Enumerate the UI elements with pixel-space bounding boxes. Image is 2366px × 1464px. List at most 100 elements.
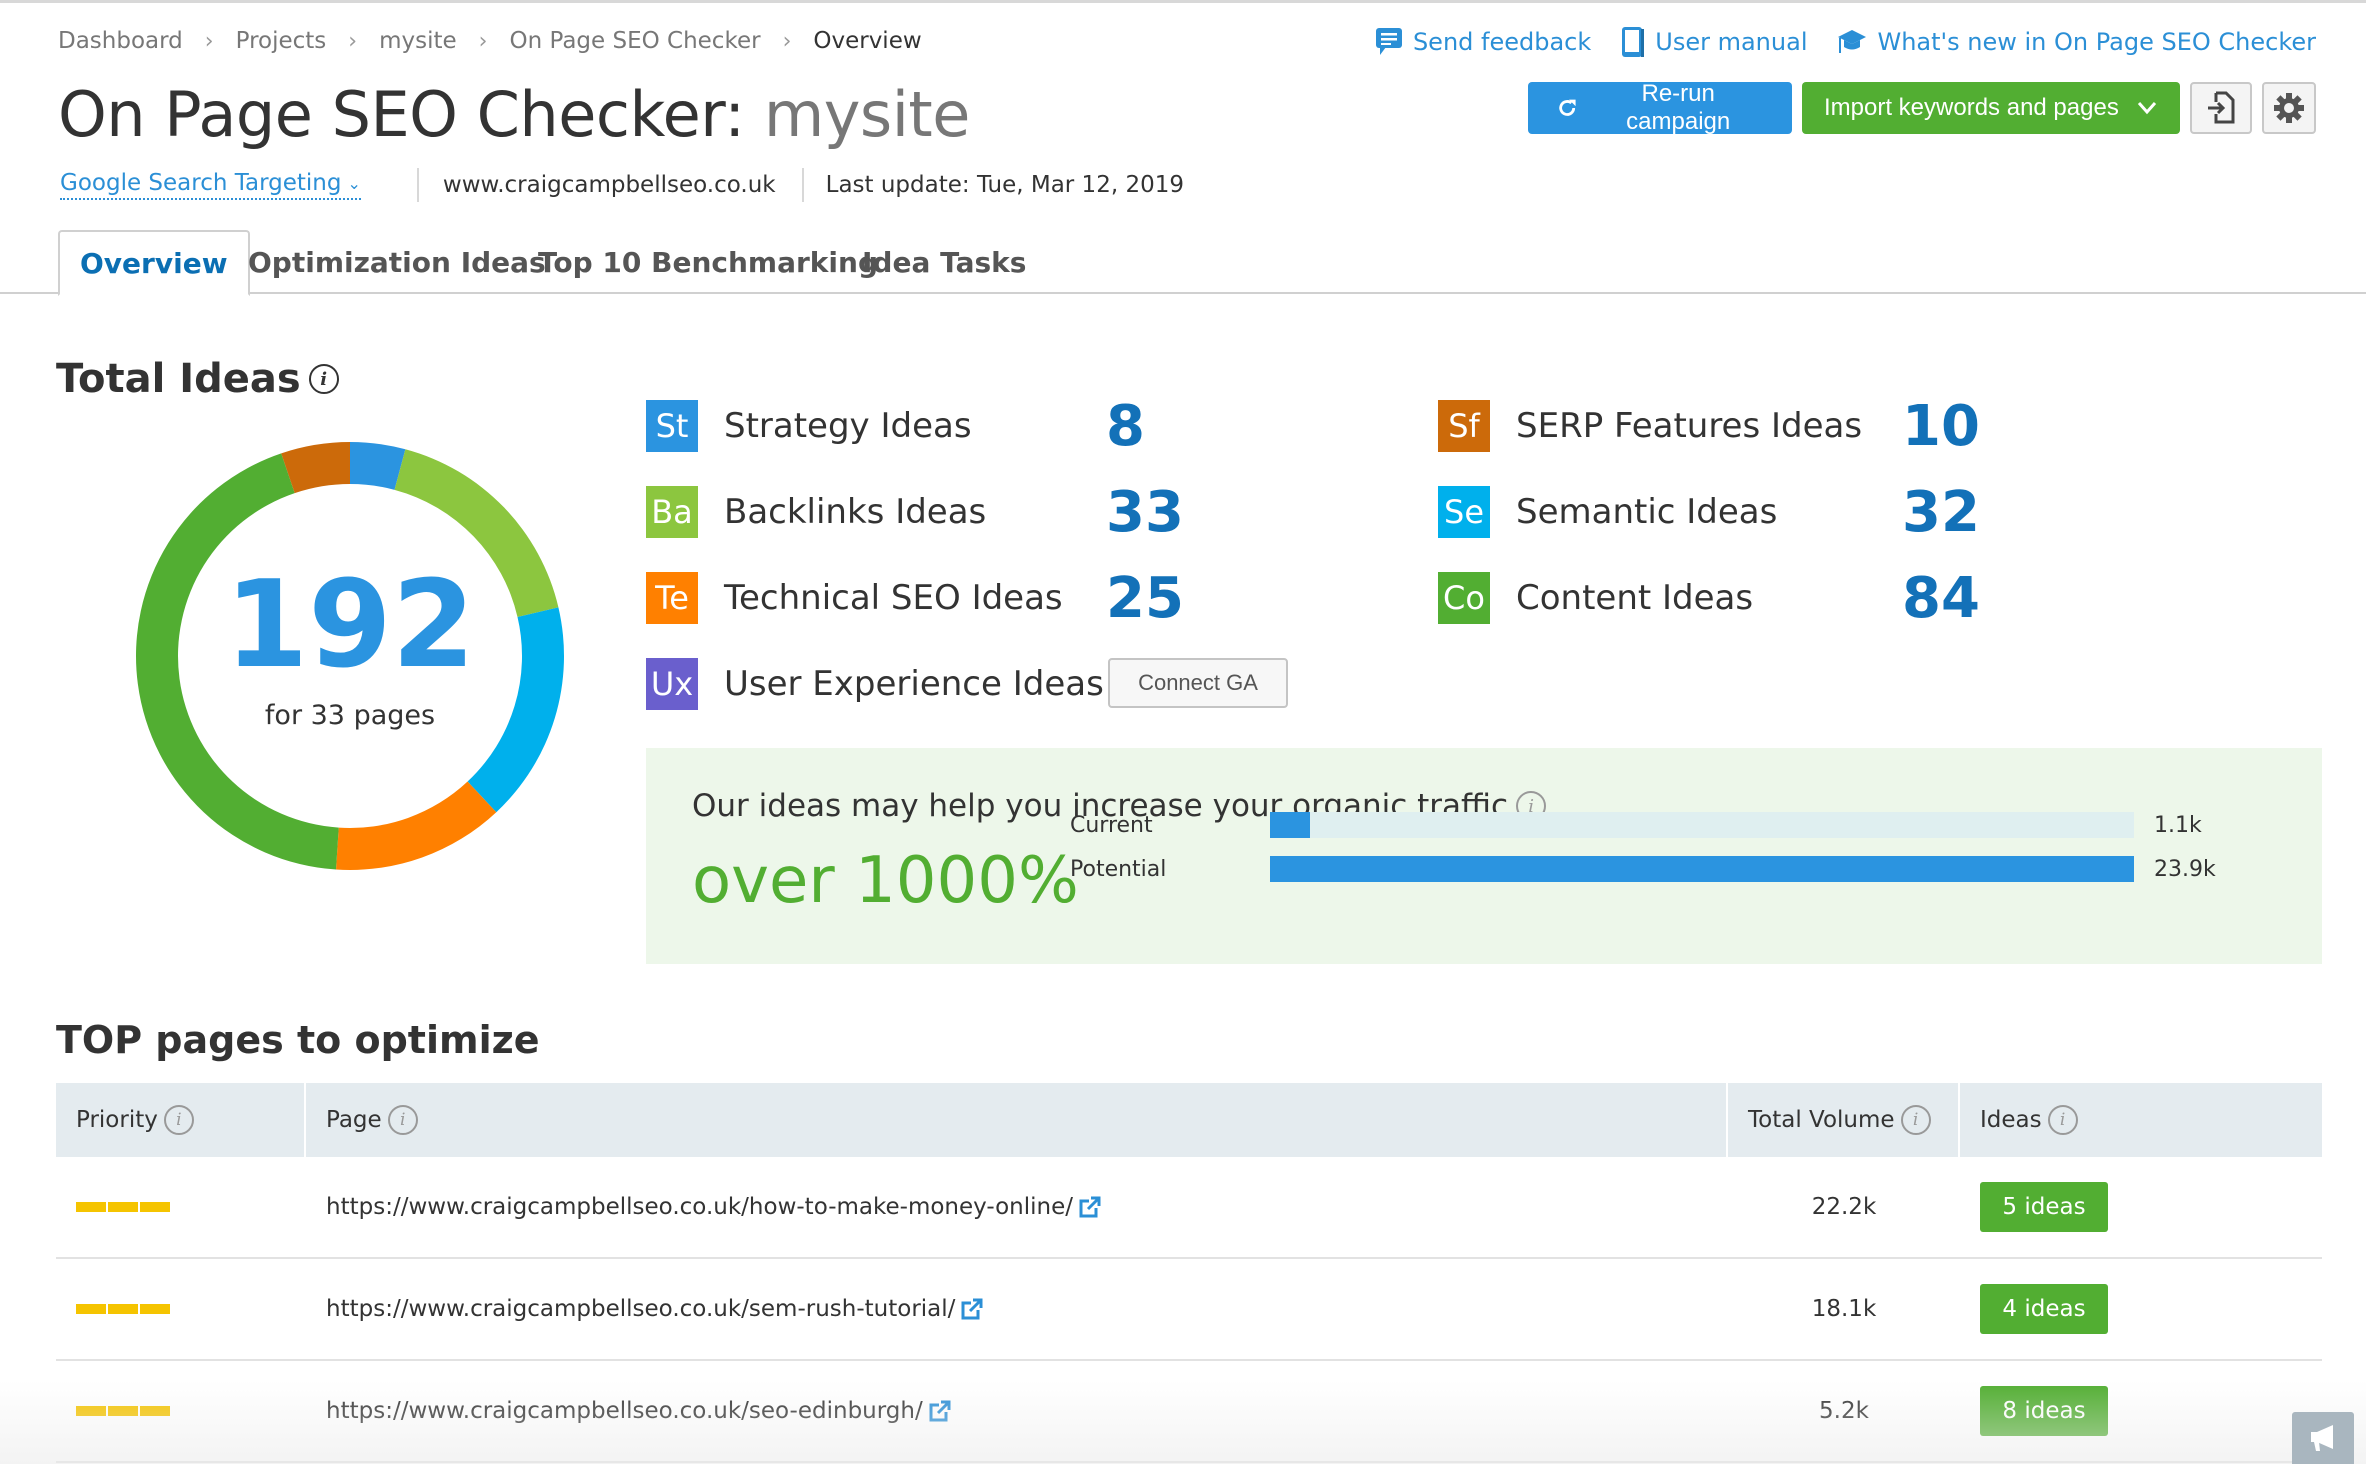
priority-indicator <box>76 1304 172 1314</box>
ideas-button[interactable]: 8 ideas <box>1980 1386 2108 1436</box>
export-button[interactable] <box>2190 82 2252 134</box>
idea-category[interactable]: Se Semantic Ideas 32 <box>1438 480 1980 545</box>
tab-overview[interactable]: Overview <box>58 230 250 296</box>
column-total-volume[interactable]: Total Volume i <box>1728 1083 1960 1157</box>
category-count[interactable]: 25 <box>1106 566 1184 631</box>
tab-top10-benchmarking[interactable]: Top 10 Benchmarking <box>538 230 878 294</box>
project-domain: www.craigcampbellseo.co.uk <box>442 172 776 198</box>
column-label: Ideas <box>1980 1107 2042 1133</box>
project-name: mysite <box>763 78 971 151</box>
breadcrumb-project[interactable]: mysite <box>379 28 457 54</box>
tab-optimization-ideas[interactable]: Optimization Ideas <box>248 230 546 294</box>
priority-indicator <box>76 1406 172 1416</box>
category-label: User Experience Ideas <box>724 664 1104 704</box>
breadcrumb-tool[interactable]: On Page SEO Checker <box>509 28 760 54</box>
category-badge-icon: St <box>646 400 698 452</box>
external-link-icon[interactable] <box>961 1298 983 1320</box>
category-count[interactable]: 32 <box>1902 480 1980 545</box>
breadcrumb: Dashboard › Projects › mysite › On Page … <box>58 28 922 54</box>
idea-category[interactable]: St Strategy Ideas 8 <box>646 394 1145 459</box>
bar-track <box>1270 856 2134 882</box>
category-count[interactable]: 10 <box>1902 394 1980 459</box>
column-ideas[interactable]: Ideas i <box>1960 1083 2322 1157</box>
traffic-bar-current: Current 1.1k <box>1070 812 2202 838</box>
priority-cell <box>56 1202 306 1212</box>
volume-cell: 18.1k <box>1811 1296 1877 1322</box>
send-feedback-link[interactable]: Send feedback <box>1375 27 1591 57</box>
info-icon[interactable]: i <box>308 364 339 394</box>
column-page[interactable]: Page i <box>306 1083 1728 1157</box>
category-badge-icon: Co <box>1438 572 1490 624</box>
priority-bar <box>140 1406 170 1416</box>
chevron-right-icon: › <box>478 28 488 54</box>
donut-center: 192 for 33 pages <box>134 440 566 872</box>
priority-bar <box>108 1202 138 1212</box>
table-header: Priority i Page i Total Volume i Ideas i <box>56 1083 2322 1157</box>
page-url-link[interactable]: https://www.craigcampbellseo.co.uk/how-t… <box>326 1194 1073 1220</box>
tab-idea-tasks[interactable]: Idea Tasks <box>862 230 1026 294</box>
bar-value: 23.9k <box>2154 856 2216 882</box>
page-url-link[interactable]: https://www.craigcampbellseo.co.uk/seo-e… <box>326 1398 923 1424</box>
ideas-button[interactable]: 4 ideas <box>1980 1284 2108 1334</box>
volume-cell: 22.2k <box>1811 1194 1877 1220</box>
last-update: Last update: Tue, Mar 12, 2019 <box>825 172 1184 198</box>
priority-bar <box>76 1202 106 1212</box>
whats-new-label: What's new in On Page SEO Checker <box>1877 28 2316 56</box>
idea-category[interactable]: Te Technical SEO Ideas 25 <box>646 566 1184 631</box>
breadcrumb-dashboard[interactable]: Dashboard <box>58 28 183 54</box>
gear-icon <box>2274 93 2304 123</box>
category-badge-icon: Sf <box>1438 400 1490 452</box>
settings-button[interactable] <box>2262 82 2316 134</box>
category-badge-icon: Ba <box>646 486 698 538</box>
category-count[interactable]: 8 <box>1106 394 1145 459</box>
priority-bar <box>140 1202 170 1212</box>
external-link-icon[interactable] <box>929 1400 951 1422</box>
info-icon[interactable]: i <box>387 1105 418 1135</box>
send-feedback-label: Send feedback <box>1412 28 1592 56</box>
idea-category[interactable]: Ba Backlinks Ideas 33 <box>646 480 1184 545</box>
category-count[interactable]: 33 <box>1106 480 1184 545</box>
page-url-link[interactable]: https://www.craigcampbellseo.co.uk/sem-r… <box>326 1296 955 1322</box>
category-label: SERP Features Ideas <box>1516 406 1863 446</box>
breadcrumb-projects[interactable]: Projects <box>236 28 327 54</box>
bar-track <box>1270 812 2134 838</box>
info-icon[interactable]: i <box>2047 1105 2078 1135</box>
connect-ga-button[interactable]: Connect GA <box>1108 658 1288 708</box>
bar-fill <box>1270 812 1310 838</box>
bar-label: Current <box>1070 812 1153 838</box>
volume-cell: 5.2k <box>1819 1398 1869 1424</box>
user-manual-link[interactable]: User manual <box>1621 26 1807 58</box>
external-link-icon[interactable] <box>1079 1196 1101 1218</box>
page-cell: https://www.craigcampbellseo.co.uk/how-t… <box>306 1194 1728 1220</box>
bar-fill <box>1270 856 2134 882</box>
column-label: Total Volume <box>1748 1107 1895 1133</box>
page-title: On Page SEO Checker: mysite <box>58 78 970 151</box>
category-count[interactable]: 84 <box>1902 566 1980 631</box>
chevron-right-icon: › <box>348 28 358 54</box>
priority-cell <box>56 1406 306 1416</box>
chevron-right-icon: › <box>204 28 214 54</box>
info-icon[interactable]: i <box>1900 1105 1931 1135</box>
info-icon[interactable]: i <box>163 1105 194 1135</box>
category-label: Technical SEO Ideas <box>724 578 1063 618</box>
top-pages-title: TOP pages to optimize <box>56 1018 540 1062</box>
idea-category[interactable]: Ux User Experience Ideas <box>646 658 1104 710</box>
feedback-widget-button[interactable] <box>2292 1412 2354 1464</box>
idea-category[interactable]: Co Content Ideas 84 <box>1438 566 1980 631</box>
idea-category[interactable]: Sf SERP Features Ideas 10 <box>1438 394 1980 459</box>
column-priority[interactable]: Priority i <box>56 1083 306 1157</box>
page-cell: https://www.craigcampbellseo.co.uk/sem-r… <box>306 1296 1728 1322</box>
import-keywords-button[interactable]: Import keywords and pages <box>1802 82 2180 134</box>
table-body: https://www.craigcampbellseo.co.uk/how-t… <box>56 1157 2322 1463</box>
total-ideas-title: Total Ideas i <box>56 356 339 402</box>
priority-bar <box>76 1304 106 1314</box>
column-label: Priority <box>76 1107 158 1133</box>
bar-value: 1.1k <box>2154 812 2202 838</box>
refresh-icon <box>1559 99 1576 116</box>
targeting-dropdown[interactable]: Google Search Targeting ⌄ <box>60 170 361 200</box>
ideas-button[interactable]: 5 ideas <box>1980 1182 2108 1232</box>
whats-new-link[interactable]: What's new in On Page SEO Checker <box>1837 27 2316 57</box>
total-ideas-subtitle: for 33 pages <box>264 699 436 731</box>
chevron-right-icon: › <box>782 28 792 54</box>
rerun-campaign-button[interactable]: Re-run campaign <box>1528 80 1792 135</box>
